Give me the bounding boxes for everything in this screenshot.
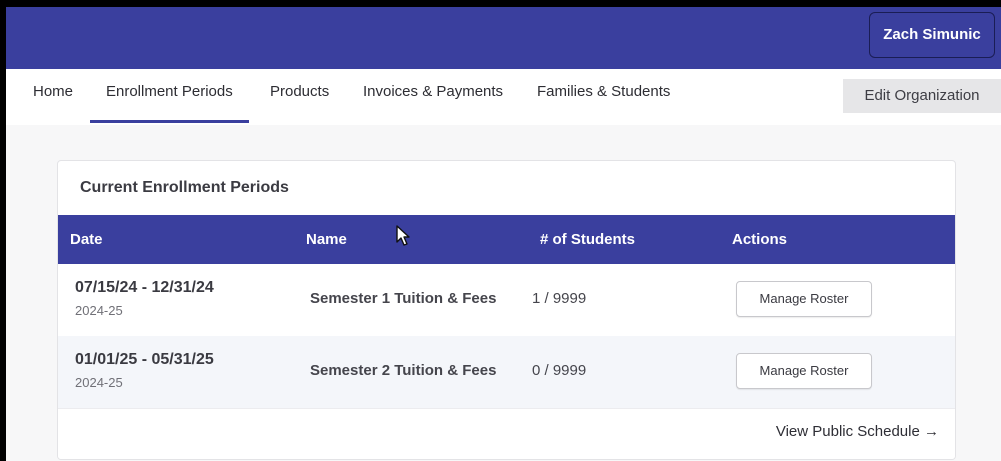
nav-home[interactable]: Home — [33, 69, 73, 125]
card-title: Current Enrollment Periods — [80, 179, 289, 196]
mouse-pointer-icon — [396, 225, 410, 246]
row-school-year: 2024-25 — [75, 375, 123, 390]
nav-enrollment-periods[interactable]: Enrollment Periods — [90, 69, 249, 125]
main-nav: Home Enrollment Periods Products Invoice… — [6, 69, 1001, 125]
column-header-actions: Actions — [732, 231, 788, 248]
row-date-range: 01/01/25 - 05/31/25 — [75, 351, 214, 368]
row-school-year: 2024-25 — [75, 303, 123, 318]
user-menu-button[interactable]: Zach Simunic — [869, 12, 995, 58]
row-period-name: Semester 2 Tuition & Fees — [310, 362, 497, 379]
row-period-name: Semester 1 Tuition & Fees — [310, 290, 497, 307]
nav-invoices-payments[interactable]: Invoices & Payments — [363, 69, 503, 125]
enrollment-periods-card: Current Enrollment Periods Date Name # o… — [57, 160, 956, 460]
row-student-count: 0 / 9999 — [532, 362, 587, 379]
column-header-students: # of Students — [540, 231, 636, 248]
table-header: Date Name # of Students Actions — [58, 215, 955, 264]
top-header-bar: Zach Simunic — [6, 7, 1001, 69]
nav-products[interactable]: Products — [270, 69, 329, 125]
manage-roster-button[interactable]: Manage Roster — [736, 281, 872, 317]
view-public-schedule-link[interactable]: View Public Schedule → — [776, 423, 939, 440]
row-student-count: 1 / 9999 — [532, 290, 587, 307]
nav-families-students[interactable]: Families & Students — [537, 69, 670, 125]
column-header-date: Date — [70, 231, 103, 248]
edit-organization-button[interactable]: Edit Organization — [843, 79, 1001, 113]
table-row: 01/01/25 - 05/31/25 2024-25 Semester 2 T… — [58, 336, 955, 408]
card-footer: View Public Schedule → — [58, 408, 955, 459]
manage-roster-button[interactable]: Manage Roster — [736, 353, 872, 389]
table-row: 07/15/24 - 12/31/24 2024-25 Semester 1 T… — [58, 264, 955, 336]
row-date-range: 07/15/24 - 12/31/24 — [75, 279, 214, 296]
app-window: Zach Simunic Home Enrollment Periods Pro… — [6, 7, 1001, 461]
column-header-name: Name — [306, 231, 347, 248]
